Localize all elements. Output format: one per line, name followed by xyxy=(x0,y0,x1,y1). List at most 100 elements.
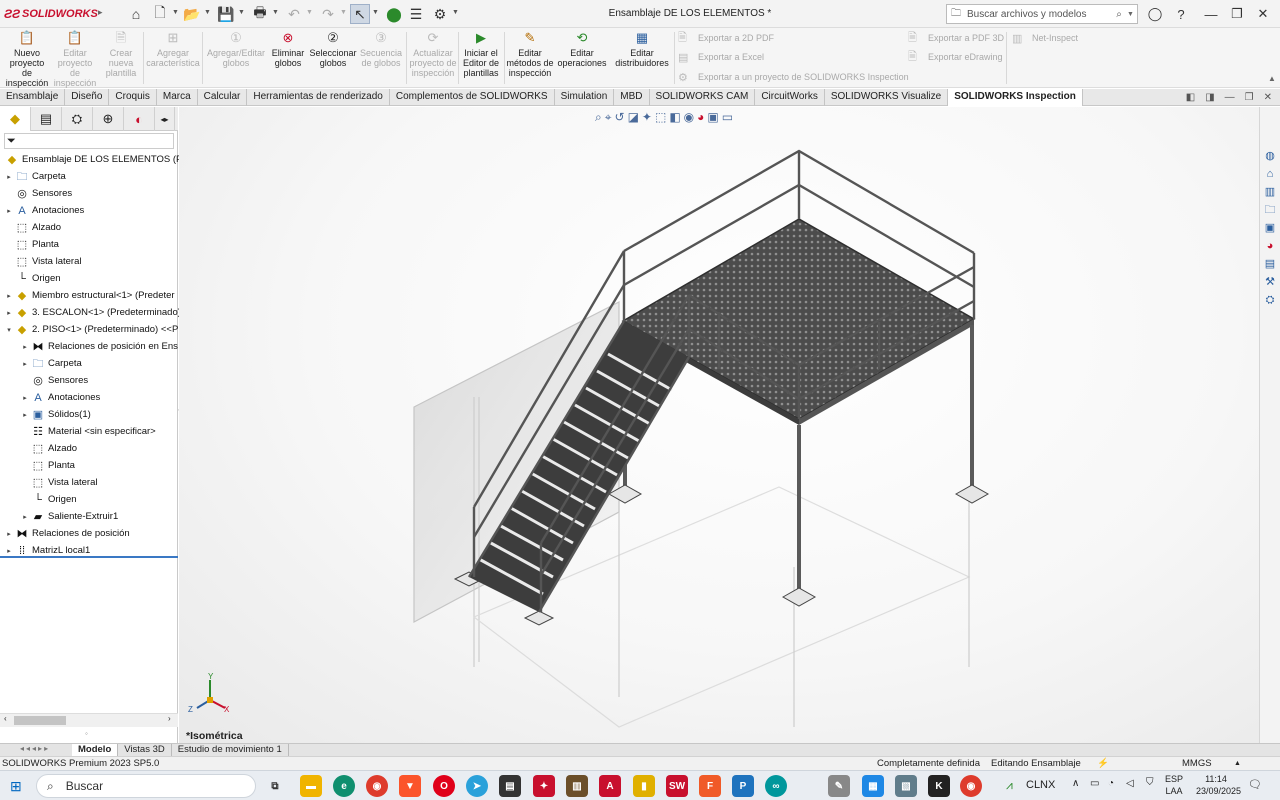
tree-item[interactable]: ▾ ◆ 2. PISO<1> (Predeterminado) <<P xyxy=(4,321,178,338)
tab-solidworks-inspection[interactable]: SOLIDWORKS Inspection xyxy=(948,89,1083,106)
volume-icon[interactable]: ◁ xyxy=(1126,778,1134,789)
nuevo-proyecto-button[interactable]: 📋 Nuevo proyecto de inspección xyxy=(4,30,50,88)
tab-circuitworks[interactable]: CircuitWorks xyxy=(755,89,825,106)
iniciar-editor-plantillas-button[interactable]: ▶ Iniciar el Editor de plantillas xyxy=(460,30,502,88)
tab-calcular[interactable]: Calcular xyxy=(198,89,248,106)
horizontal-scrollbar[interactable]: ‹ › xyxy=(0,713,178,727)
redo-dropdown-icon[interactable]: ▼ xyxy=(340,9,347,16)
edge-app-icon[interactable]: e xyxy=(333,775,355,797)
editar-proyecto-button[interactable]: 📋 Editar proyecto de inspección xyxy=(52,30,98,88)
expand-arrow-icon[interactable]: ▸ xyxy=(4,530,14,538)
select-arrow-icon[interactable]: ↖ xyxy=(350,4,370,24)
winrar-app-icon[interactable]: ▤ xyxy=(499,775,521,797)
view-palette-icon[interactable]: ▣ xyxy=(1262,221,1278,236)
graphics-area[interactable]: ⌕ ⌖ ↺ ◪ ✦ ⬚ ◧ ◉ ◕ ▣ ▭ Y X Z xyxy=(179,107,1259,743)
options-dropdown-icon[interactable]: ▼ xyxy=(452,9,459,16)
restore-icon[interactable]: ❐ xyxy=(1226,4,1248,24)
secuencia-globos-button[interactable]: ③ Secuencia de globos xyxy=(358,30,404,88)
doc-restore-icon[interactable]: ❐ xyxy=(1245,92,1254,103)
expand-arrow-icon[interactable]: ▸ xyxy=(20,513,30,521)
search-icon[interactable]: ⌕ xyxy=(1111,9,1127,20)
new-document-icon[interactable]: 🗋 xyxy=(150,4,170,24)
dimxpert-tab-icon[interactable]: ⊕ xyxy=(93,107,124,131)
presto-app-icon[interactable]: P xyxy=(732,775,754,797)
scroll-thumb[interactable] xyxy=(14,716,66,725)
library-app-icon[interactable]: ▥ xyxy=(566,775,588,797)
property-manager-tab-icon[interactable]: ▤ xyxy=(31,107,62,131)
panel-expand-icon[interactable]: ◦ xyxy=(85,729,88,738)
tree-item[interactable]: ⬚ Alzado xyxy=(20,440,77,457)
editar-metodos-button[interactable]: ✎ Editar métodos de inspección xyxy=(506,30,554,88)
expand-arrow-icon[interactable]: ▸ xyxy=(20,411,30,419)
user-account-icon[interactable]: ◯ xyxy=(1144,4,1166,24)
tree-item[interactable]: ▸ A Anotaciones xyxy=(4,202,84,219)
export-excel-button[interactable]: ▤ Exportar a Excel xyxy=(678,49,764,65)
tab-mbd[interactable]: MBD xyxy=(614,89,650,106)
expand-arrow-icon[interactable]: ▾ xyxy=(4,326,14,334)
minimize-icon[interactable]: — xyxy=(1200,4,1222,24)
open-dropdown-icon[interactable]: ▼ xyxy=(204,9,211,16)
start-icon[interactable]: ⊞ xyxy=(10,778,22,795)
tree-item[interactable]: ▸ 🗀 Carpeta xyxy=(20,355,82,372)
defender-icon[interactable]: ⛉ xyxy=(1146,777,1154,788)
forum-icon[interactable]: ⚒ xyxy=(1262,275,1278,290)
agregar-caracteristica-button[interactable]: ⊞ Agregar característica xyxy=(146,30,200,88)
solidworks-logo[interactable]: ƧƧ SOLIDWORKS xyxy=(4,6,98,22)
solidworks-2023-app-icon[interactable]: SW xyxy=(666,775,688,797)
photos-app-icon[interactable]: ▧ xyxy=(895,775,917,797)
save-dropdown-icon[interactable]: ▼ xyxy=(238,9,245,16)
clnx-tray-icon[interactable]: ⩘ xyxy=(1006,778,1013,793)
tray-chevron-icon[interactable]: ∧ xyxy=(1072,778,1079,789)
rebuild-status-icon[interactable]: ⚡ xyxy=(1097,757,1109,770)
system-clock[interactable]: 11:14 23/09/2025 xyxy=(1196,773,1241,797)
select-dropdown-icon[interactable]: ▼ xyxy=(372,9,379,16)
notes-app-icon[interactable]: ▮ xyxy=(633,775,655,797)
tree-item[interactable]: ◎ Sensores xyxy=(4,185,72,202)
doc-minimize-icon[interactable]: — xyxy=(1225,92,1235,103)
tab-ensamblaje[interactable]: Ensamblaje xyxy=(0,89,66,106)
chrome-second-app-icon[interactable]: ◉ xyxy=(960,775,982,797)
task-view-icon[interactable]: ⧉ xyxy=(264,775,286,797)
rebuild-icon[interactable]: ⬤ xyxy=(384,4,404,24)
tree-item[interactable]: ▸ ⧓ Relaciones de posición en Ens xyxy=(20,338,178,355)
fusion-app-icon[interactable]: F xyxy=(699,775,721,797)
print-icon[interactable]: 🖶 xyxy=(250,4,270,24)
export-edrawing-button[interactable]: 🗎 Exportar eDrawing xyxy=(908,49,1003,65)
tab-croquis[interactable]: Croquis xyxy=(109,89,157,106)
solidworks-connected-icon[interactable]: ⛭ xyxy=(1262,293,1278,308)
tab-complementos-de-solidworks[interactable]: Complementos de SOLIDWORKS xyxy=(390,89,555,106)
tree-item[interactable]: ⬚ Vista lateral xyxy=(20,474,98,491)
tab-herramientas-de-renderizado[interactable]: Herramientas de renderizado xyxy=(247,89,390,106)
configuration-tab-icon[interactable]: ⛭ xyxy=(62,107,93,131)
help-icon[interactable]: ? xyxy=(1170,4,1192,24)
units-dropdown-icon[interactable]: ▲ xyxy=(1234,757,1241,770)
expand-arrow-icon[interactable]: ▸ xyxy=(4,292,14,300)
doc-close-icon[interactable]: ✕ xyxy=(1264,92,1272,103)
scroll-left-icon[interactable]: ‹ xyxy=(4,714,7,723)
opera-app-icon[interactable]: O xyxy=(433,775,455,797)
tree-item[interactable]: ⬚ Alzado xyxy=(4,219,61,236)
tab-solidworks-cam[interactable]: SOLIDWORKS CAM xyxy=(650,89,756,106)
battery-icon[interactable]: ▭ xyxy=(1090,778,1099,789)
autocad-app-icon[interactable]: A xyxy=(599,775,621,797)
tree-item[interactable]: ▸ A Anotaciones xyxy=(20,389,100,406)
save-icon[interactable]: 💾 xyxy=(216,4,236,24)
tree-item[interactable]: ▸ ◆ 3. ESCALON<1> (Predeterminado) xyxy=(4,304,181,321)
home-pane-icon[interactable]: ⌂ xyxy=(1262,167,1278,182)
arduino-app-icon[interactable]: ∞ xyxy=(765,775,787,797)
file-explorer-icon[interactable]: 🗀 xyxy=(1262,203,1278,218)
tree-filter-input[interactable]: ⏷ xyxy=(4,133,174,149)
expand-arrow-icon[interactable]: ▸ xyxy=(20,343,30,351)
expand-arrow-icon[interactable]: ▸ xyxy=(4,547,14,555)
editar-operaciones-button[interactable]: ⟲ Editar operaciones xyxy=(556,30,608,88)
calendar-app-icon[interactable]: ▦ xyxy=(862,775,884,797)
tab-simulation[interactable]: Simulation xyxy=(555,89,615,106)
search-dropdown-icon[interactable]: ▼ xyxy=(1127,11,1137,18)
inkscape-app-icon[interactable]: K xyxy=(928,775,950,797)
cad-app-icon[interactable]: ✦ xyxy=(533,775,555,797)
expand-arrow-icon[interactable]: ▸ xyxy=(20,360,30,368)
search-input[interactable]: 🗀 Buscar archivos y modelos ⌕ ▼ xyxy=(946,4,1138,24)
custom-properties-icon[interactable]: ▤ xyxy=(1262,257,1278,272)
tree-item[interactable]: └ Origen xyxy=(20,491,76,508)
crear-plantilla-button[interactable]: 🗎 Crear nueva plantilla xyxy=(100,30,142,88)
